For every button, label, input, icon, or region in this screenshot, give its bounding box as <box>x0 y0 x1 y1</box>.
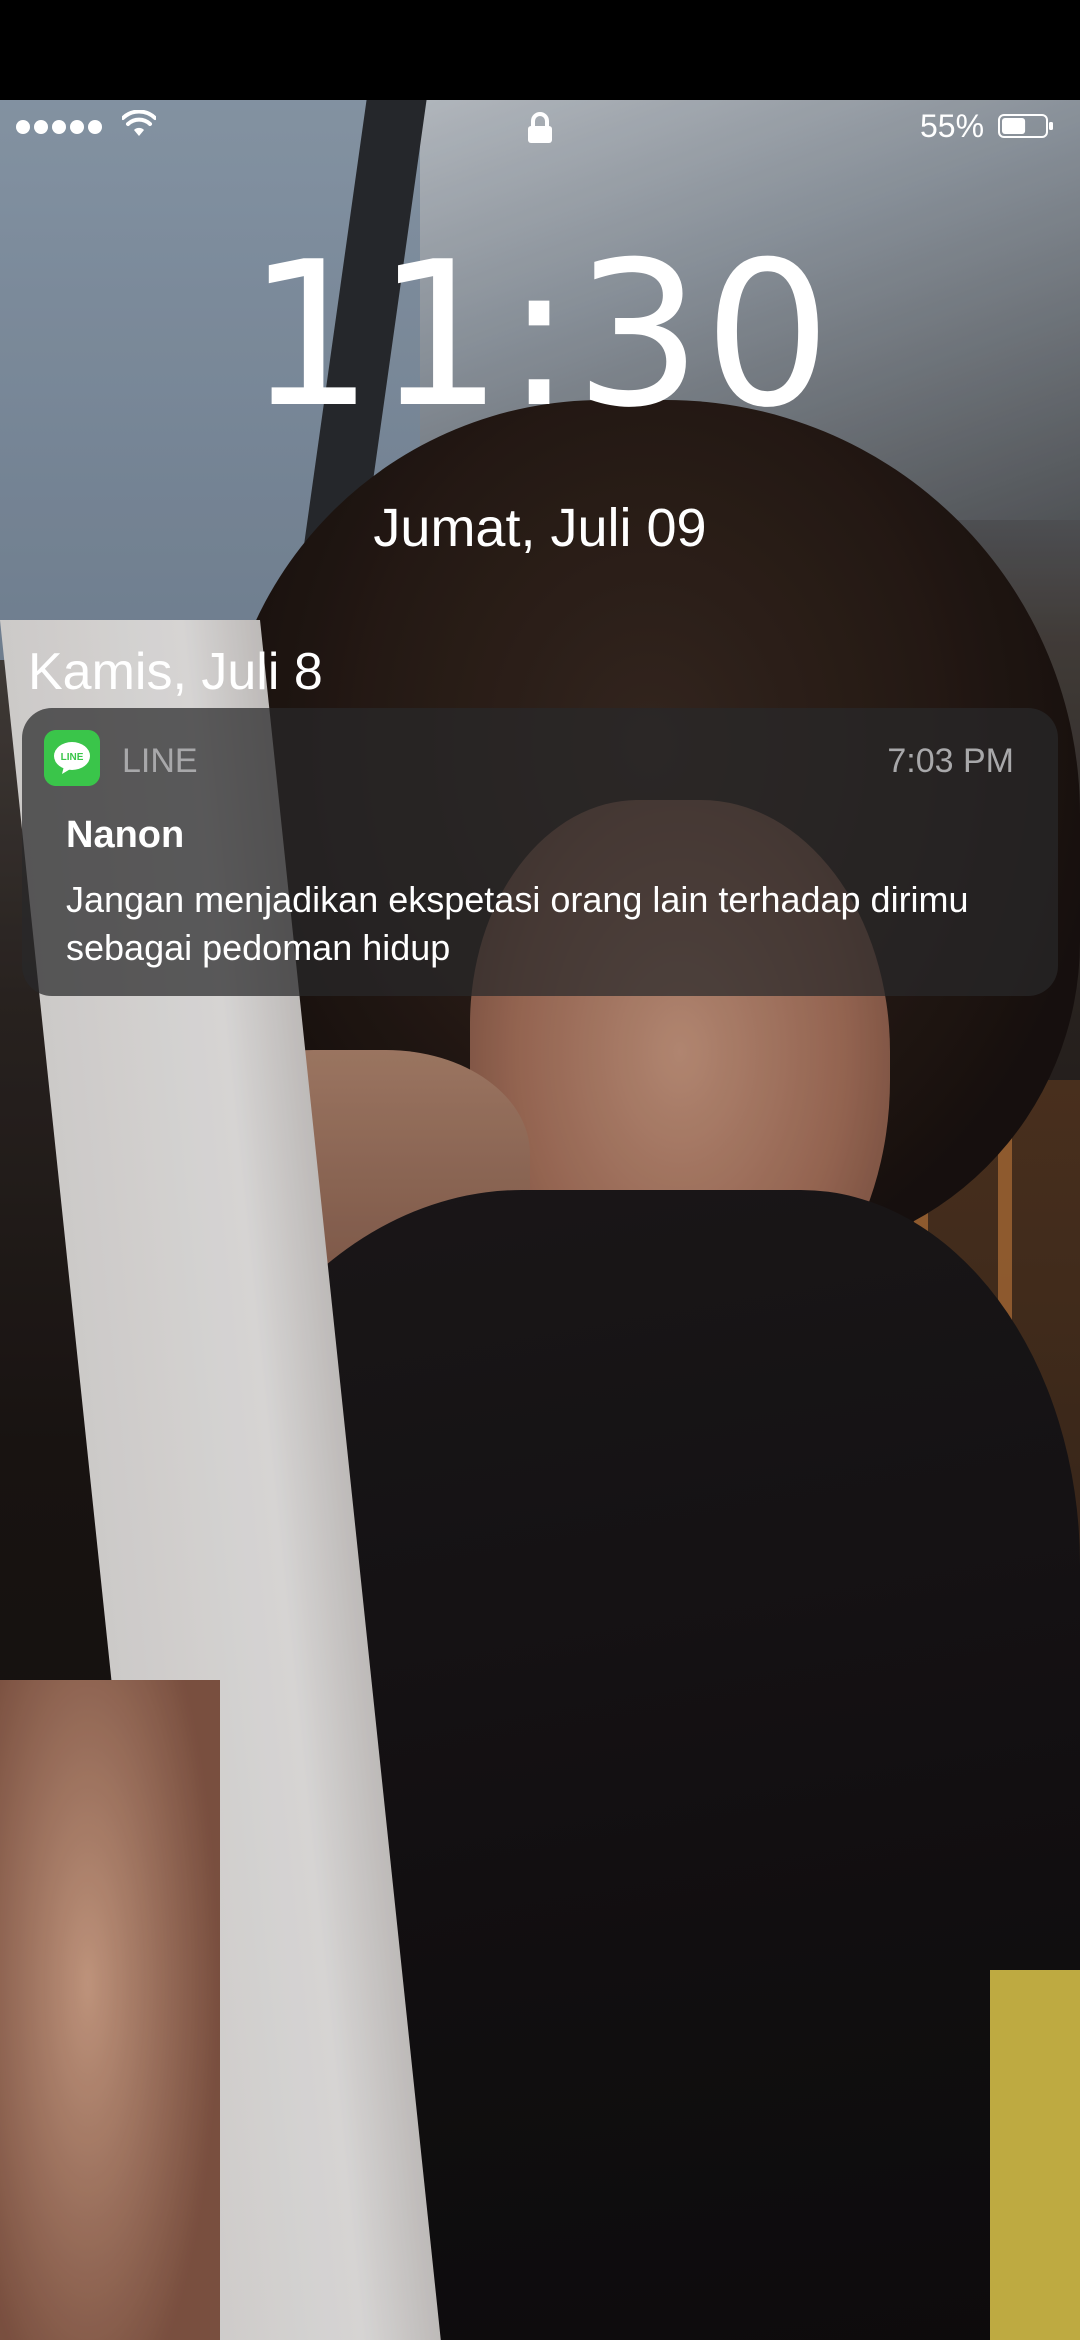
lock-screen-time: 11:30 <box>246 219 834 452</box>
lock-screen-date: Jumat, Juli 09 <box>373 498 707 558</box>
line-app-icon-text: LINE <box>61 752 84 763</box>
signal-dot <box>70 120 84 134</box>
signal-dot <box>52 120 66 134</box>
battery-icon <box>998 114 1053 138</box>
notification-sender: Nanon <box>66 814 185 856</box>
notification-message: Jangan menjadikan ekspetasi orang lain t… <box>66 879 969 968</box>
lock-icon <box>528 112 552 143</box>
wifi-icon <box>122 110 156 136</box>
line-notification[interactable]: LINE LINE 7:03 PM Nanon Jangan menjadika… <box>22 708 1058 996</box>
line-app-icon: LINE <box>44 730 100 786</box>
signal-dot <box>16 120 30 134</box>
notification-section-date: Kamis, Juli 8 <box>28 643 323 701</box>
notification-time: 7:03 PM <box>887 742 1014 780</box>
notification-app-name: LINE <box>122 742 198 780</box>
battery-percentage: 55% <box>920 108 985 144</box>
signal-dot <box>88 120 102 134</box>
signal-strength-icon <box>16 120 102 134</box>
signal-dot <box>34 120 48 134</box>
status-bar: 55% <box>0 100 1080 150</box>
